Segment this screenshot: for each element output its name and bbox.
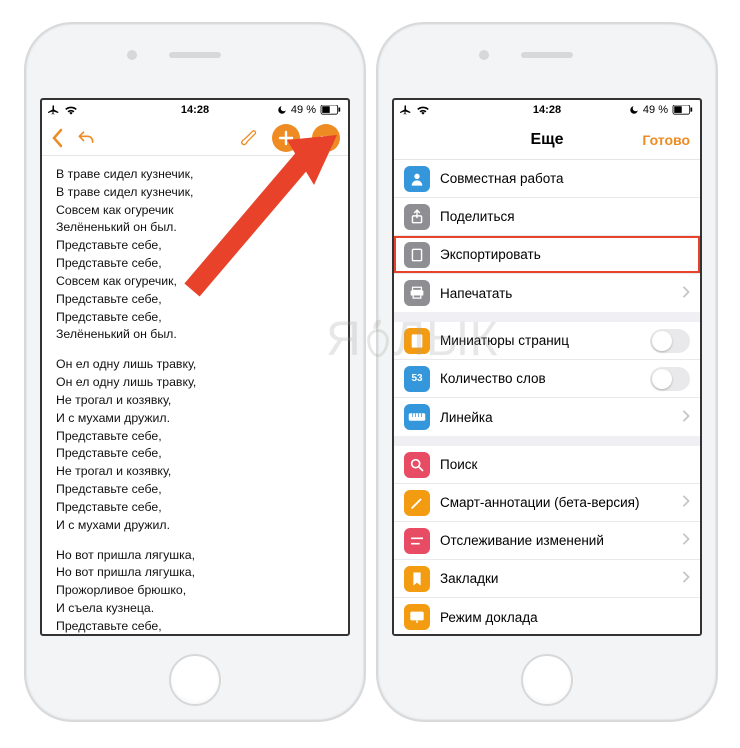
front-camera — [127, 50, 137, 60]
speaker — [521, 52, 573, 58]
present-icon — [409, 610, 425, 624]
screen-more-menu: 14:28 49 % Еще Готово Совместная работа … — [392, 98, 702, 636]
pencil-icon — [409, 495, 425, 511]
back-icon[interactable] — [50, 128, 64, 148]
watermark: ЯЛЫК — [326, 312, 499, 367]
brush-icon[interactable] — [240, 128, 260, 148]
status-bar: 14:28 49 % — [42, 100, 348, 120]
ruler-icon — [408, 412, 426, 422]
row-label: Режим доклада — [440, 610, 538, 625]
row-smart-annotations[interactable]: Смарт-аннотации (бета-версия) — [394, 484, 700, 522]
done-button[interactable]: Готово — [642, 132, 690, 148]
chevron-right-icon — [682, 495, 690, 510]
row-track-changes[interactable]: Отслеживание изменений — [394, 522, 700, 560]
row-label: Количество слов — [440, 371, 546, 386]
row-label: Экспортировать — [440, 247, 541, 262]
toggle-off[interactable] — [650, 367, 690, 391]
paragraph-2: Он ел одну лишь травку, Он ел одну лишь … — [56, 356, 334, 534]
moon-icon — [629, 105, 639, 115]
paragraph-1: В траве сидел кузнечик, В траве сидел ку… — [56, 166, 334, 344]
more-button[interactable] — [312, 124, 340, 152]
row-presentation[interactable]: Режим доклада — [394, 598, 700, 634]
row-export[interactable]: Экспортировать — [394, 236, 700, 274]
row-print[interactable]: Напечатать — [394, 274, 700, 312]
row-bookmarks[interactable]: Закладки — [394, 560, 700, 598]
toggle-off[interactable] — [650, 329, 690, 353]
chevron-right-icon — [682, 286, 690, 301]
search-icon — [409, 457, 425, 473]
row-label: Отслеживание изменений — [440, 533, 604, 548]
wifi-icon — [64, 105, 78, 115]
battery-icon — [672, 105, 694, 115]
track-icon — [409, 535, 425, 547]
phone-frame-right: 14:28 49 % Еще Готово Совместная работа … — [376, 22, 718, 722]
document-toolbar — [42, 120, 348, 156]
moon-icon — [277, 105, 287, 115]
row-share[interactable]: Поделиться — [394, 198, 700, 236]
print-icon — [409, 286, 425, 300]
more-title: Еще — [530, 131, 563, 149]
row-label: Поиск — [440, 457, 477, 472]
row-label: Напечатать — [440, 286, 512, 301]
battery-percent: 49 % — [643, 104, 668, 116]
row-search[interactable]: Поиск — [394, 446, 700, 484]
home-button[interactable] — [169, 654, 221, 706]
status-time: 14:28 — [181, 104, 209, 116]
more-header: Еще Готово — [394, 120, 700, 160]
home-button[interactable] — [521, 654, 573, 706]
front-camera — [479, 50, 489, 60]
battery-icon — [320, 105, 342, 115]
chevron-right-icon — [682, 571, 690, 586]
screen-document: 14:28 49 % — [40, 98, 350, 636]
row-label: Смарт-аннотации (бета-версия) — [440, 495, 639, 510]
chevron-right-icon — [682, 533, 690, 548]
row-collaborate[interactable]: Совместная работа — [394, 160, 700, 198]
undo-icon[interactable] — [76, 129, 96, 147]
row-label: Закладки — [440, 571, 498, 586]
add-button[interactable] — [272, 124, 300, 152]
more-list: Совместная работа Поделиться Экспортиров… — [394, 160, 700, 634]
battery-percent: 49 % — [291, 104, 316, 116]
phone-frame-left: 14:28 49 % — [24, 22, 366, 722]
speaker — [169, 52, 221, 58]
wifi-icon — [416, 105, 430, 115]
row-label: Поделиться — [440, 209, 515, 224]
airplane-icon — [400, 104, 412, 116]
chevron-right-icon — [682, 410, 690, 425]
airplane-icon — [48, 104, 60, 116]
row-label: Линейка — [440, 410, 493, 425]
bookmark-icon — [411, 571, 423, 587]
paragraph-3: Но вот пришла лягушка, Но вот пришла ляг… — [56, 547, 334, 636]
status-time: 14:28 — [533, 104, 561, 116]
export-icon — [410, 247, 424, 263]
row-label: Совместная работа — [440, 171, 564, 186]
person-icon — [409, 171, 425, 187]
document-body[interactable]: В траве сидел кузнечик, В траве сидел ку… — [42, 156, 348, 636]
row-ruler[interactable]: Линейка — [394, 398, 700, 436]
share-icon — [410, 209, 424, 225]
status-bar: 14:28 49 % — [394, 100, 700, 120]
